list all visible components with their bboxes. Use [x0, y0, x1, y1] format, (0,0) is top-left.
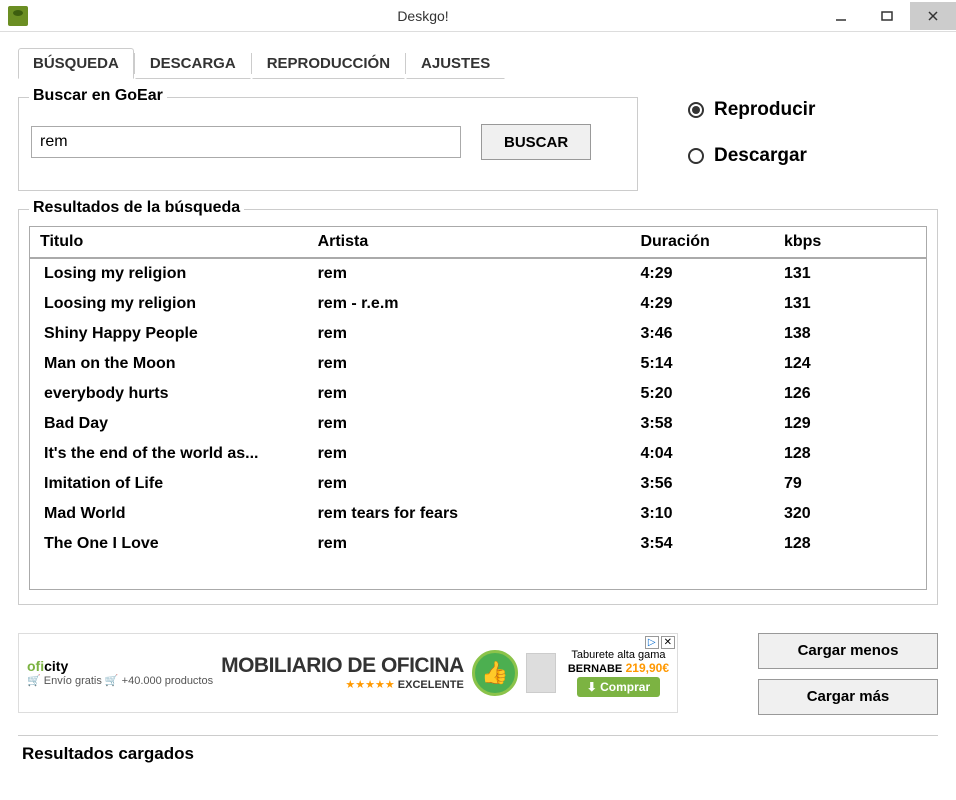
- cell-duration: 3:46: [630, 319, 774, 349]
- tab-descarga[interactable]: DESCARGA: [135, 48, 251, 79]
- ad-logo: oficity: [27, 658, 213, 674]
- cell-duration: 4:29: [630, 289, 774, 319]
- close-button[interactable]: [910, 2, 956, 30]
- table-row[interactable]: Imitation of Liferem3:5679: [30, 469, 927, 499]
- cell-artist: rem: [308, 319, 631, 349]
- results-legend: Resultados de la búsqueda: [29, 199, 244, 217]
- cell-artist: rem: [308, 409, 631, 439]
- table-row[interactable]: It's the end of the world as...rem4:0412…: [30, 439, 927, 469]
- ad-ship: 🛒 Envío gratis 🛒 +40.000 productos: [27, 674, 213, 687]
- table-row[interactable]: Shiny Happy Peoplerem3:46138: [30, 319, 927, 349]
- cell-artist: rem tears for fears: [308, 499, 631, 529]
- results-fieldset: Resultados de la búsqueda Titulo Artista…: [18, 209, 938, 605]
- cell-title: Bad Day: [30, 409, 308, 439]
- cell-title: Shiny Happy People: [30, 319, 308, 349]
- load-less-button[interactable]: Cargar menos: [758, 633, 938, 669]
- cell-kbps: 128: [774, 529, 927, 559]
- cell-artist: rem: [308, 529, 631, 559]
- cell-kbps: 138: [774, 319, 927, 349]
- status-bar: Resultados cargados: [18, 735, 938, 772]
- cell-title: Man on the Moon: [30, 349, 308, 379]
- cell-kbps: 129: [774, 409, 927, 439]
- search-input[interactable]: [31, 126, 461, 158]
- radio-icon: [688, 148, 704, 164]
- ad-headline: MOBILIARIO DE OFICINA: [221, 654, 464, 678]
- radio-descargar[interactable]: Descargar: [688, 145, 815, 167]
- results-table: Titulo Artista Duración kbps Losing my r…: [29, 226, 927, 590]
- window-title: Deskgo!: [28, 8, 818, 24]
- header-artist[interactable]: Artista: [308, 227, 631, 259]
- maximize-button[interactable]: [864, 2, 910, 30]
- cell-duration: 3:58: [630, 409, 774, 439]
- cell-kbps: 79: [774, 469, 927, 499]
- ad-buy-button[interactable]: ⬇ Comprar: [577, 677, 660, 697]
- app-icon: [8, 6, 28, 26]
- cell-kbps: 131: [774, 258, 927, 289]
- radio-icon: [688, 102, 704, 118]
- cell-artist: rem: [308, 258, 631, 289]
- header-kbps[interactable]: kbps: [774, 227, 927, 259]
- cell-duration: 5:20: [630, 379, 774, 409]
- cell-duration: 4:04: [630, 439, 774, 469]
- ad-banner[interactable]: ▷✕ oficity 🛒 Envío gratis 🛒 +40.000 prod…: [18, 633, 678, 713]
- cell-kbps: 128: [774, 439, 927, 469]
- search-legend: Buscar en GoEar: [29, 87, 167, 105]
- cell-title: everybody hurts: [30, 379, 308, 409]
- tab-ajustes[interactable]: AJUSTES: [406, 48, 505, 79]
- search-fieldset: Buscar en GoEar BUSCAR: [18, 97, 638, 191]
- table-row[interactable]: Losing my religionrem4:29131: [30, 258, 927, 289]
- cell-artist: rem: [308, 379, 631, 409]
- titlebar: Deskgo!: [0, 0, 956, 32]
- ad-close-icon[interactable]: ▷✕: [645, 636, 675, 649]
- cell-kbps: 126: [774, 379, 927, 409]
- cell-kbps: 131: [774, 289, 927, 319]
- cell-kbps: 320: [774, 499, 927, 529]
- table-header-row: Titulo Artista Duración kbps: [30, 227, 927, 259]
- action-radio-group: Reproducir Descargar: [668, 89, 815, 191]
- tab-bar: BÚSQUEDA DESCARGA REPRODUCCIÓN AJUSTES: [0, 32, 956, 79]
- ad-price: 219,90€: [626, 661, 669, 675]
- header-title[interactable]: Titulo: [30, 227, 308, 259]
- ad-badge-icon: 👍: [472, 650, 518, 696]
- ad-product-image: [526, 653, 556, 693]
- load-more-button[interactable]: Cargar más: [758, 679, 938, 715]
- radio-label: Reproducir: [714, 99, 815, 121]
- table-row[interactable]: Man on the Moonrem5:14124: [30, 349, 927, 379]
- table-row[interactable]: Bad Dayrem3:58129: [30, 409, 927, 439]
- table-row[interactable]: Mad Worldrem tears for fears3:10320: [30, 499, 927, 529]
- table-row[interactable]: The One I Loverem3:54128: [30, 529, 927, 559]
- header-duration[interactable]: Duración: [630, 227, 774, 259]
- cell-artist: rem: [308, 469, 631, 499]
- cell-artist: rem: [308, 439, 631, 469]
- cell-artist: rem: [308, 349, 631, 379]
- tab-reproduccion[interactable]: REPRODUCCIÓN: [252, 48, 405, 79]
- cell-title: The One I Love: [30, 529, 308, 559]
- minimize-button[interactable]: [818, 2, 864, 30]
- table-row[interactable]: everybody hurtsrem5:20126: [30, 379, 927, 409]
- table-row[interactable]: Loosing my religionrem - r.e.m4:29131: [30, 289, 927, 319]
- cell-artist: rem - r.e.m: [308, 289, 631, 319]
- cell-duration: 4:29: [630, 258, 774, 289]
- radio-label: Descargar: [714, 145, 807, 167]
- search-button[interactable]: BUSCAR: [481, 124, 591, 160]
- cell-kbps: 124: [774, 349, 927, 379]
- radio-reproducir[interactable]: Reproducir: [688, 99, 815, 121]
- tab-busqueda[interactable]: BÚSQUEDA: [18, 48, 134, 79]
- cell-title: Losing my religion: [30, 258, 308, 289]
- cell-duration: 3:54: [630, 529, 774, 559]
- cell-title: Imitation of Life: [30, 469, 308, 499]
- ad-item: Taburete alta gama: [568, 649, 669, 661]
- cell-title: Loosing my religion: [30, 289, 308, 319]
- cell-duration: 3:56: [630, 469, 774, 499]
- cell-duration: 5:14: [630, 349, 774, 379]
- cell-title: Mad World: [30, 499, 308, 529]
- cell-duration: 3:10: [630, 499, 774, 529]
- cell-title: It's the end of the world as...: [30, 439, 308, 469]
